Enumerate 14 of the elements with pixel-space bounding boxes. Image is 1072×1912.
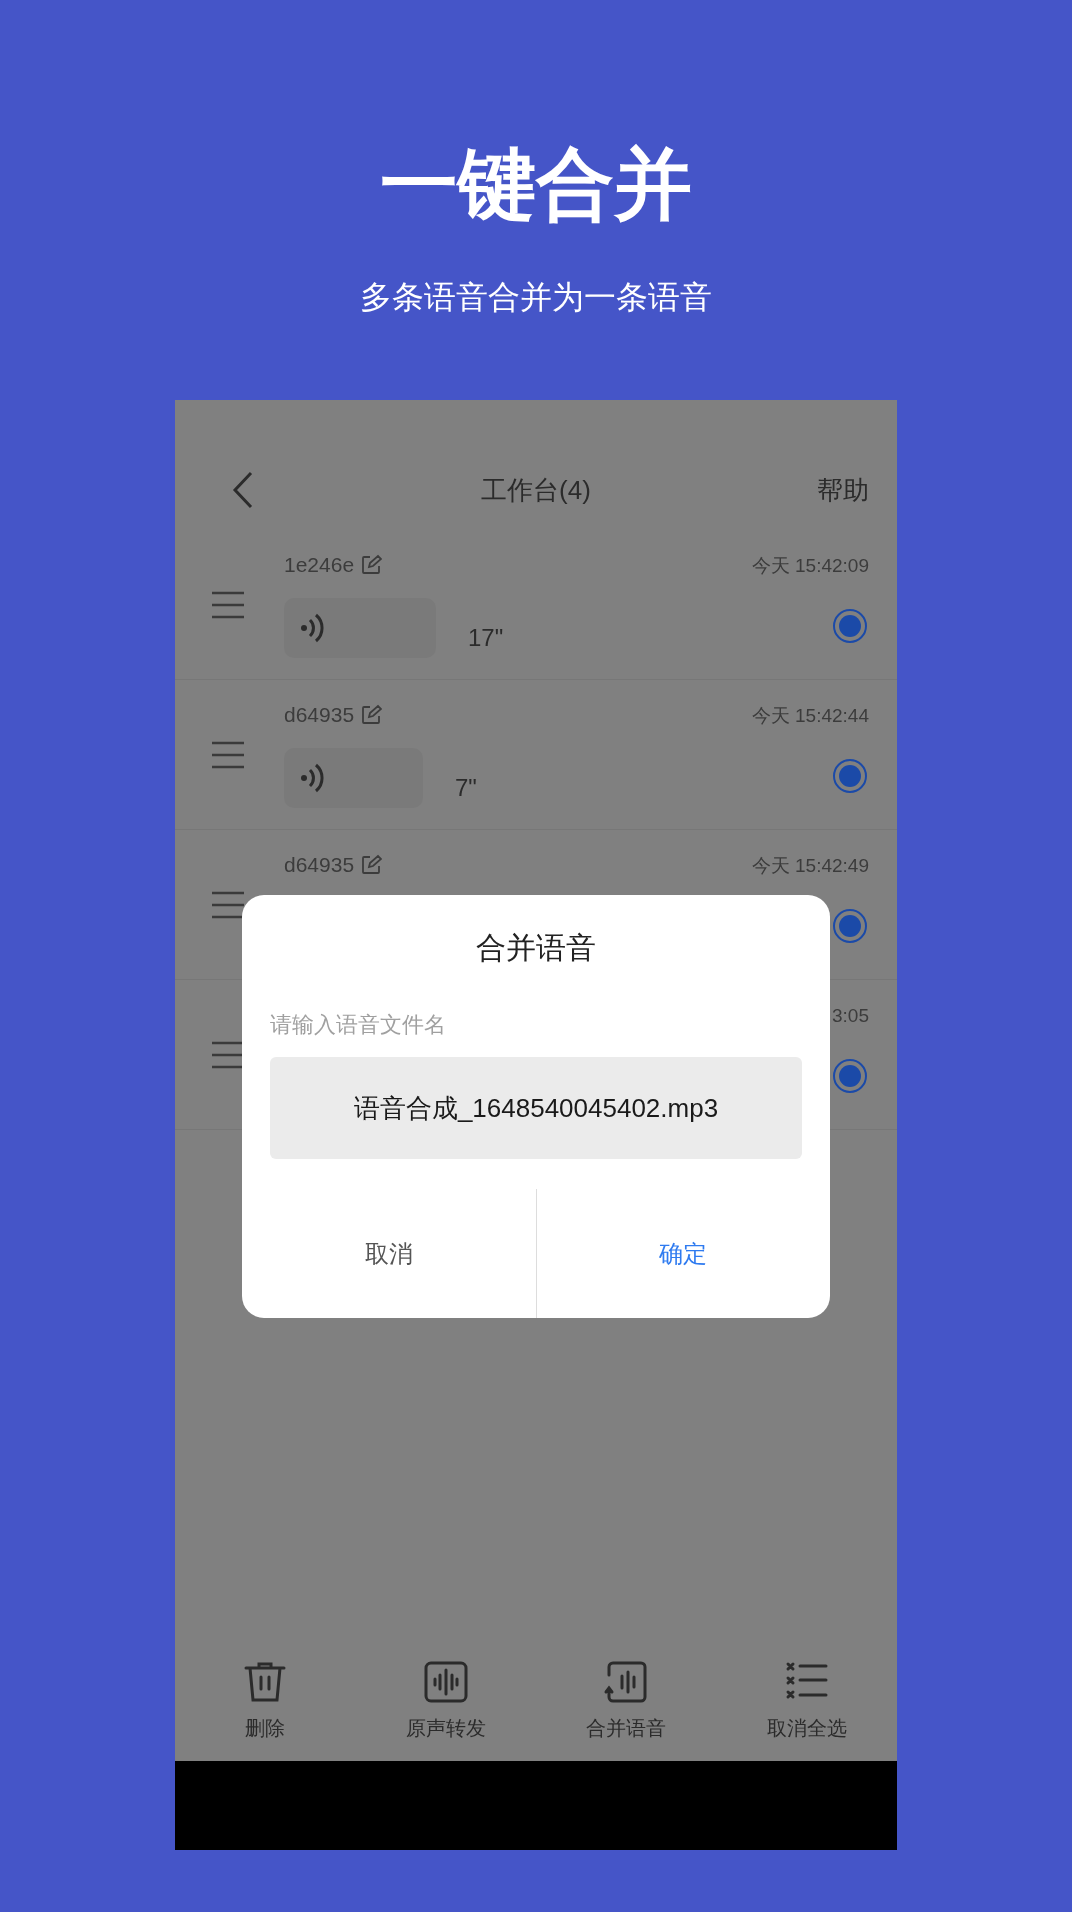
recording-time: 3:05 xyxy=(832,1004,869,1028)
recording-name: 1e246e xyxy=(284,552,355,579)
recording-time: 今天 15:42:49 xyxy=(751,854,869,878)
headline: 一键合并 xyxy=(380,145,692,223)
recording-name: d64935 xyxy=(284,702,355,729)
duration: 7" xyxy=(455,773,477,803)
dialog-title: 合并语音 xyxy=(475,930,597,966)
page-title: 工作台(4) xyxy=(481,473,591,507)
recording-time: 今天 15:42:44 xyxy=(751,704,869,728)
subtitle: 多条语音合并为一条语音 xyxy=(360,281,712,313)
duration: 17" xyxy=(468,623,504,653)
recording-time: 今天 15:42:09 xyxy=(751,554,869,578)
recording-name: d64935 xyxy=(284,852,355,879)
field-label: 请输入语音文件名 xyxy=(270,1011,447,1039)
